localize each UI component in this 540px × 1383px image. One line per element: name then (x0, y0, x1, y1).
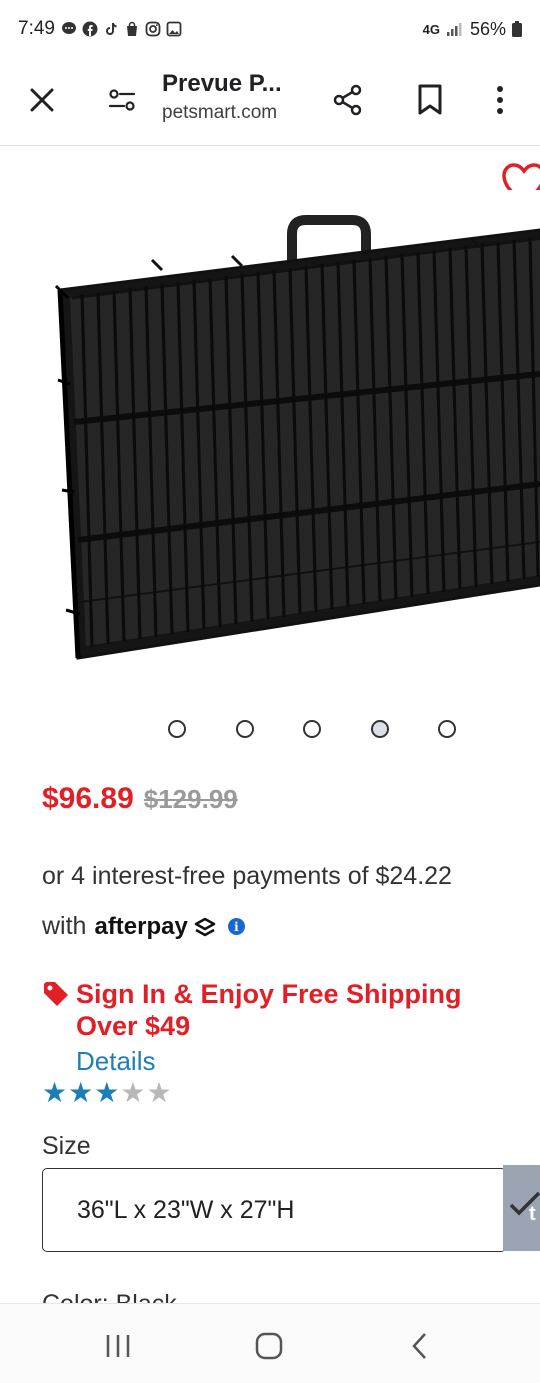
size-option-selected[interactable]: 36"L x 23"W x 27"H (42, 1168, 506, 1252)
star-filled-icon: ★ (68, 1076, 94, 1109)
battery-percent: 56% (469, 18, 506, 39)
promo-text: Sign In & Enjoy Free Shipping Over $49 (76, 979, 462, 1041)
recent-apps-button[interactable] (96, 1324, 140, 1368)
status-bar: 7:49 4G 56% (0, 0, 540, 58)
afterpay-with-text: with (42, 912, 87, 940)
instagram-icon (145, 21, 161, 37)
product-image[interactable] (52, 190, 540, 690)
carousel-indicator (0, 718, 540, 740)
carousel-dot-active[interactable] (371, 720, 389, 738)
status-time: 7:49 (18, 18, 55, 39)
afterpay-logo-text: afterpay (94, 912, 188, 940)
close-icon (30, 88, 54, 112)
site-settings-button[interactable] (102, 80, 142, 120)
star-empty-icon: ★ (146, 1076, 172, 1109)
sale-price: $96.89 (42, 782, 134, 815)
afterpay-logo: afterpay (94, 913, 219, 941)
more-vertical-icon (497, 86, 503, 114)
close-button[interactable] (22, 80, 62, 120)
notification-icons (61, 21, 182, 37)
price-tag-icon (44, 982, 68, 1006)
page-title: Prevue P... (162, 70, 282, 97)
bookmark-icon (418, 84, 442, 115)
rating-stars[interactable]: ★ ★ ★ ★ ★ (42, 1078, 172, 1108)
message-icon (61, 22, 76, 34)
afterpay-arrows-icon (194, 917, 216, 936)
page-domain: petsmart.com (162, 102, 278, 123)
bookmark-button[interactable] (408, 78, 452, 122)
status-right: 4G 56% (423, 19, 522, 40)
share-icon (333, 84, 362, 116)
custom-tab-toolbar: Prevue P... petsmart.com (0, 58, 540, 146)
size-label: Size (42, 1132, 91, 1160)
gallery-icon (166, 21, 182, 37)
page-title-block[interactable]: Prevue P... petsmart.com (162, 70, 322, 124)
selected-check-badge: t (503, 1165, 540, 1251)
star-empty-icon: ★ (120, 1076, 146, 1109)
facebook-icon (82, 21, 98, 37)
original-price: $129.99 (143, 784, 238, 814)
share-button[interactable] (326, 78, 370, 122)
info-icon[interactable]: i (227, 918, 245, 935)
tune-icon (108, 89, 136, 111)
carousel-dot[interactable] (303, 720, 321, 738)
status-left: 7:49 (18, 18, 182, 40)
home-button[interactable] (247, 1324, 291, 1368)
star-filled-icon: ★ (42, 1076, 68, 1109)
color-label: Color: Black (42, 1290, 177, 1304)
dog-crate-image (52, 190, 540, 690)
carousel-dot[interactable] (236, 720, 254, 738)
size-badge-text: t (529, 1203, 536, 1225)
carousel-dot[interactable] (168, 720, 186, 738)
afterpay-row: with afterpay i (42, 912, 245, 941)
network-type: 4G (422, 21, 440, 37)
size-value: 36"L x 23"W x 27"H (77, 1195, 295, 1224)
price-row: $96.89 $129.99 (42, 782, 238, 816)
star-filled-icon: ★ (94, 1076, 120, 1109)
system-nav-bar (0, 1303, 540, 1383)
shipping-promo[interactable]: Sign In & Enjoy Free Shipping Over $49 (42, 978, 512, 1042)
back-button[interactable] (398, 1324, 442, 1368)
back-icon (412, 1333, 426, 1359)
more-options-button[interactable] (482, 78, 518, 122)
promo-details-link[interactable]: Details (76, 1046, 155, 1077)
home-icon (255, 1332, 283, 1360)
battery-icon (512, 21, 522, 37)
shopping-bag-icon (126, 21, 137, 36)
signal-icon (446, 23, 462, 36)
tiktok-icon (105, 23, 117, 35)
afterpay-payments-text: or 4 interest-free payments of $24.22 (42, 862, 452, 890)
carousel-dot[interactable] (438, 720, 456, 738)
recent-apps-icon (106, 1335, 130, 1357)
